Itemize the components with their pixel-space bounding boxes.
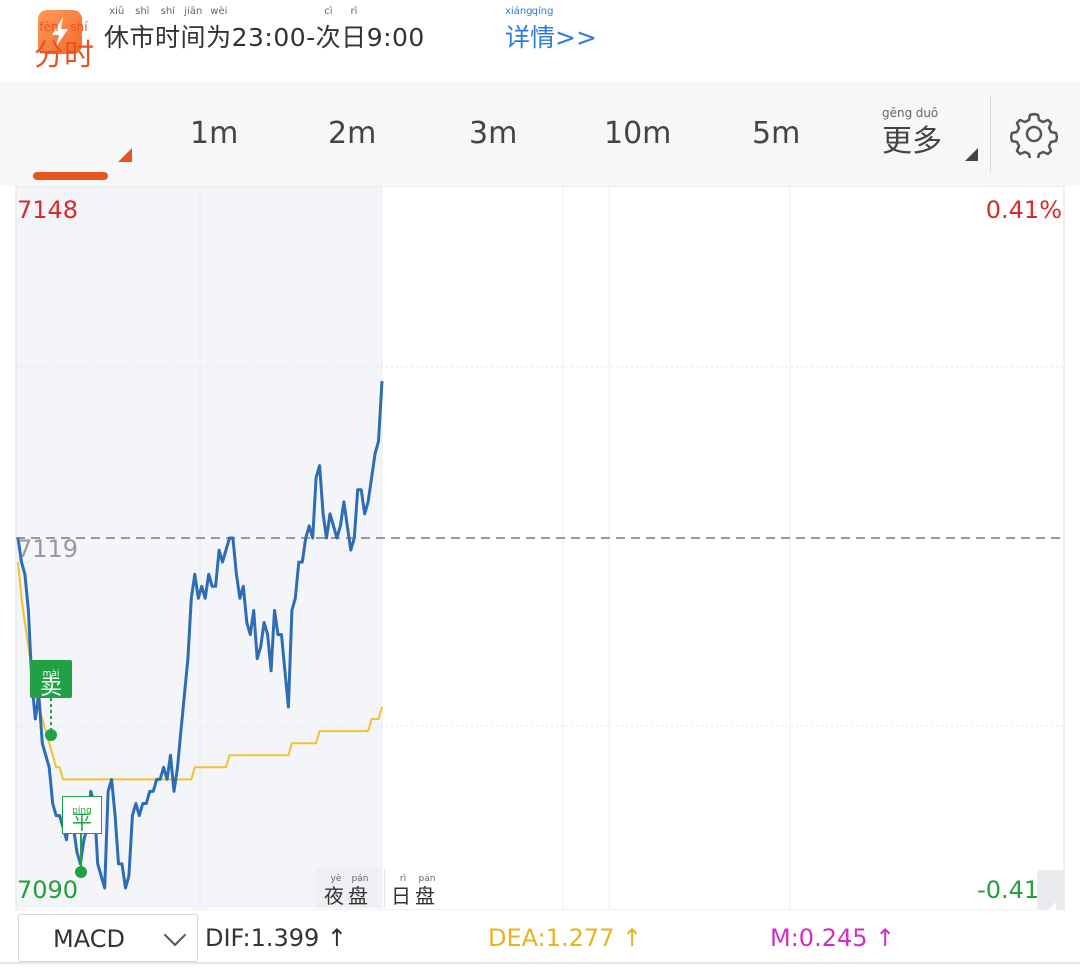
- detail-char: xiáng 详: [505, 6, 533, 52]
- tab-1m[interactable]: 1m: [190, 116, 238, 151]
- tab-more-char: duō 多: [912, 106, 942, 159]
- session-day-label[interactable]: rì 日 pán 盘: [384, 868, 445, 908]
- session-night-label[interactable]: yè 夜 pán 盘: [316, 868, 380, 908]
- details-link[interactable]: xiáng 详 qíng 情>>: [505, 6, 597, 54]
- macd-dif-value: DIF:1.399 ↑: [205, 924, 348, 952]
- detail-pinyin: qíng: [531, 6, 554, 17]
- active-tab-underline: [33, 172, 108, 180]
- tab-more-pinyin: gēng: [882, 106, 913, 120]
- close-marker-pinyin: píng: [72, 806, 92, 816]
- notice-char: shí 时: [155, 6, 181, 52]
- tab-5m[interactable]: 5m: [752, 116, 800, 151]
- notice-pinyin: cì: [324, 6, 333, 17]
- notice-char: shì 市: [129, 6, 156, 52]
- sell-marker[interactable]: mài 卖: [30, 660, 72, 700]
- notice-pinyin: wèi: [210, 6, 228, 17]
- session-night-pinyin: yè: [330, 874, 342, 884]
- sell-marker-pinyin: mài: [42, 669, 60, 679]
- market-closed-notice: xiū 休 shì 市 shí 时 jiān 间 wèi 为23:00- cì 次 rì 日9:00 xi…: [0, 0, 1080, 80]
- session-night-char: yè 夜: [324, 874, 348, 908]
- tab-intraday[interactable]: fēn 分 shí 时: [34, 20, 94, 74]
- chevron-down-icon: [163, 923, 187, 947]
- sell-marker-dot: [45, 729, 57, 741]
- tab-intraday-pinyin: fēn: [39, 20, 59, 34]
- tab-2m[interactable]: 2m: [328, 116, 376, 151]
- notice-pinyin: rì: [350, 6, 358, 17]
- notice-pinyin: xiū: [109, 6, 125, 17]
- session-day-char: rì 日: [391, 874, 415, 908]
- tab-divider: [990, 96, 991, 172]
- macd-dea-value: DEA:1.277 ↑: [488, 924, 643, 952]
- notice-pinyin: shì: [135, 6, 150, 17]
- tab-3m[interactable]: 3m: [469, 116, 517, 151]
- session-day-pinyin: pán: [418, 874, 436, 884]
- notice-char: jiān 间: [180, 6, 207, 52]
- notice-text: xiū 休 shì 市 shí 时 jiān 间 wèi 为23:00- cì 次 rì 日9:00: [104, 6, 425, 54]
- session-night-char: pán 盘: [348, 874, 372, 908]
- session-night-pinyin: pán: [351, 874, 369, 884]
- notice-char: wèi 为: [206, 6, 232, 52]
- macd-m-value: M:0.245 ↑: [770, 924, 896, 952]
- intraday-chart-svg: [15, 186, 1065, 910]
- tab-more[interactable]: gēng 更 duō 多: [882, 106, 942, 160]
- detail-pinyin: xiáng: [505, 6, 533, 17]
- pct-max-label: 0.41%: [985, 196, 1062, 224]
- notice-char: xiū 休: [104, 6, 130, 52]
- tab-intraday-char: shí 时: [64, 20, 94, 73]
- indicator-select-value: MACD: [53, 925, 125, 953]
- price-min-label: 7090: [17, 876, 79, 904]
- time-start: 23:00-: [231, 23, 316, 52]
- tab-intraday-char: fēn 分: [34, 20, 64, 73]
- notice-pinyin: shí: [160, 6, 175, 17]
- price-ref-label: 7119: [17, 535, 79, 563]
- close-marker-char: píng 平: [72, 806, 92, 834]
- intraday-chart[interactable]: 7148 0.41% 7119 7090 -0.41% yè 夜 pán 盘 rì 日 p…: [0, 186, 1080, 962]
- session-day-char: pán 盘: [415, 874, 439, 908]
- tab-10m[interactable]: 10m: [604, 116, 671, 151]
- notice-char: cì 次: [315, 6, 342, 52]
- time-end: 9:00: [366, 23, 425, 52]
- indicator-select[interactable]: MACD: [18, 914, 198, 962]
- bottom-divider: [0, 962, 1080, 964]
- notice-pinyin: jiān: [184, 6, 203, 17]
- gear-icon[interactable]: [1009, 110, 1059, 162]
- notice-char: rì 日: [341, 6, 367, 52]
- price-max-label: 7148: [17, 196, 79, 224]
- detail-char: qíng 情: [530, 6, 556, 52]
- session-day-pinyin: rì: [399, 874, 407, 884]
- tab-more-char: gēng 更: [882, 106, 913, 159]
- sell-marker-char: mài 卖: [39, 669, 62, 700]
- tab-more-pinyin: duō: [915, 106, 939, 120]
- more-dropdown-icon: [965, 148, 978, 161]
- close-position-marker[interactable]: píng 平: [62, 796, 102, 834]
- dropdown-indicator-icon: [118, 148, 132, 162]
- tab-intraday-pinyin: shí: [70, 20, 88, 34]
